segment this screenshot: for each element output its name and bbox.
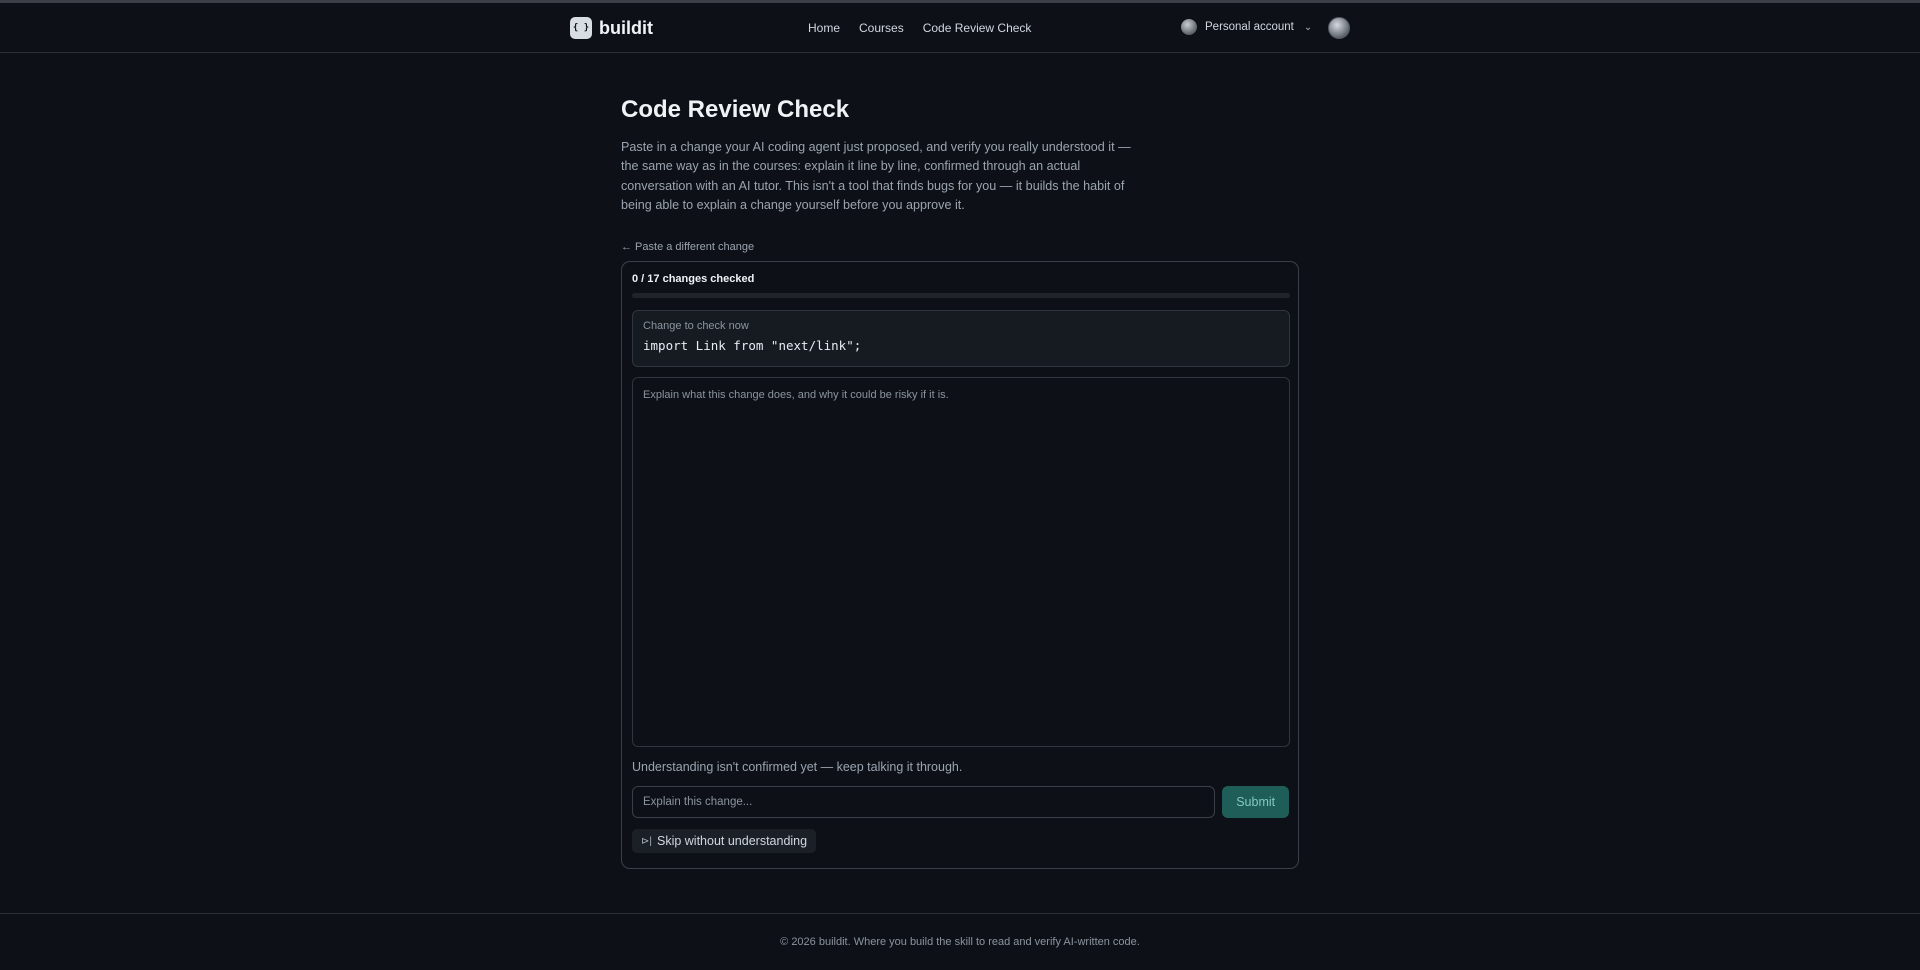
site-header: { } buildit Home Courses Code Review Che… bbox=[0, 3, 1920, 53]
logo-text: buildit bbox=[599, 17, 653, 38]
nav-home[interactable]: Home bbox=[808, 21, 840, 35]
chat-hint: Explain what this change does, and why i… bbox=[643, 389, 949, 402]
change-label: Change to check now bbox=[643, 320, 749, 333]
logo[interactable]: { } buildit bbox=[570, 17, 653, 39]
logo-icon: { } bbox=[570, 17, 592, 39]
skip-button[interactable]: ⊳| Skip without understanding bbox=[632, 829, 817, 854]
chat-area[interactable]: Explain what this change does, and why i… bbox=[632, 377, 1290, 748]
submit-button[interactable]: Submit bbox=[1222, 786, 1289, 819]
progress-bar bbox=[632, 293, 1290, 299]
account-label: Personal account bbox=[1205, 21, 1294, 33]
answer-row: Submit bbox=[632, 786, 1289, 819]
footer-text: © 2026 buildit. Where you build the skil… bbox=[780, 936, 1140, 948]
nav-code-review-check[interactable]: Code Review Check bbox=[923, 21, 1032, 35]
review-card: 0 / 17 changes checked Change to check n… bbox=[621, 261, 1299, 870]
chevron-down-icon: ⌄ bbox=[1303, 21, 1313, 33]
user-avatar[interactable] bbox=[1328, 17, 1350, 39]
paste-different-change-link[interactable]: ← Paste a different change bbox=[621, 241, 754, 253]
answer-input[interactable] bbox=[632, 786, 1216, 819]
skip-label: Skip without understanding bbox=[656, 834, 808, 849]
current-change: Change to check now import Link from "ne… bbox=[632, 310, 1290, 368]
change-code: import Link from "next/link"; bbox=[643, 338, 862, 354]
account-avatar bbox=[1181, 19, 1197, 35]
account-switcher[interactable]: Personal account ⌄ bbox=[1181, 19, 1312, 35]
main-content: Code Review Check Paste in a change your… bbox=[621, 96, 1299, 870]
understanding-status: Understanding isn't confirmed yet — keep… bbox=[632, 760, 963, 775]
site-footer: © 2026 buildit. Where you build the skil… bbox=[0, 913, 1920, 970]
progress-label: 0 / 17 changes checked bbox=[632, 273, 755, 286]
main-nav: Home Courses Code Review Check bbox=[808, 21, 1031, 35]
nav-courses[interactable]: Courses bbox=[859, 21, 904, 35]
page-title: Code Review Check bbox=[621, 96, 850, 123]
skip-icon: ⊳| bbox=[641, 835, 652, 847]
page-intro: Paste in a change your AI coding agent j… bbox=[621, 140, 1131, 212]
